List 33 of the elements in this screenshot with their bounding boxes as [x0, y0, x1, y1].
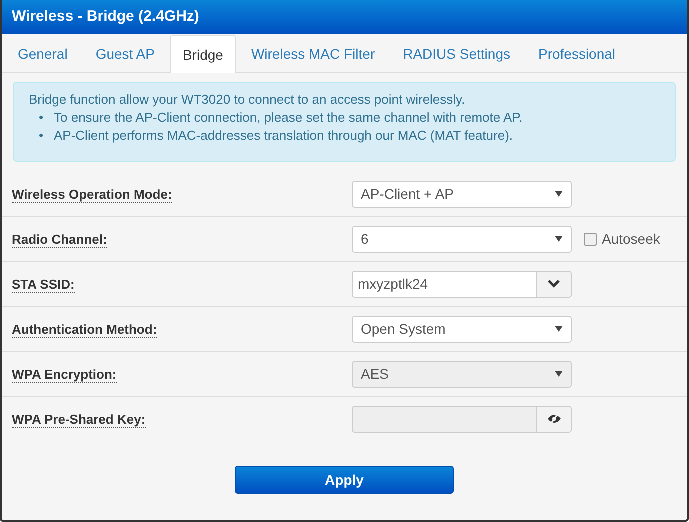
select-field[interactable]: Open System: [352, 316, 572, 342]
field-label: Wireless Operation Mode:: [12, 186, 172, 202]
info-bullet: To ensure the AP-Client connection, please set the same channel with remote AP.: [54, 109, 523, 127]
field-label: STA SSID:: [12, 276, 75, 292]
dropdown-arrow-icon: [555, 371, 563, 377]
bullet-marker: •: [39, 127, 45, 145]
select-field[interactable]: AP-Client + AP: [352, 180, 572, 208]
field-label: Authentication Method:: [12, 322, 158, 338]
dropdown-arrow-icon: [555, 326, 563, 332]
field-label: WPA Pre-Shared Key:: [12, 412, 146, 428]
dropdown-arrow-icon: [555, 191, 563, 197]
select-field[interactable]: 6: [352, 226, 572, 252]
tab[interactable]: Wireless MAC Filter: [238, 35, 388, 72]
field-label: WPA Encryption:: [12, 366, 117, 382]
checkbox-label: Autoseek: [602, 231, 660, 247]
tab[interactable]: Professional: [525, 35, 629, 72]
bullet-marker: •: [39, 109, 45, 127]
info-text: Bridge function allow your WT3020 to connect to an access point wirelessly.: [29, 91, 466, 109]
eye-slash-icon: [546, 413, 562, 425]
info-bullet: AP-Client performs MAC-addresses translation through our MAC (MAT feature).: [54, 127, 514, 145]
input-field[interactable]: mxyzptlk24: [352, 270, 536, 298]
toggle-visibility-button[interactable]: [536, 406, 572, 432]
tab[interactable]: RADIUS Settings: [390, 35, 524, 72]
tab[interactable]: General: [5, 35, 81, 72]
tab[interactable]: Guest AP: [82, 35, 168, 72]
chevron-down-icon: [548, 280, 560, 288]
checkbox[interactable]: [584, 232, 597, 246]
tab[interactable]: Bridge: [170, 35, 236, 73]
dropdown-button[interactable]: [536, 270, 572, 298]
field-label: Radio Channel:: [12, 232, 108, 248]
dropdown-arrow-icon: [555, 236, 563, 242]
apply-button[interactable]: Apply: [235, 466, 454, 494]
window-title: Wireless - Bridge (2.4GHz): [2, 0, 687, 34]
